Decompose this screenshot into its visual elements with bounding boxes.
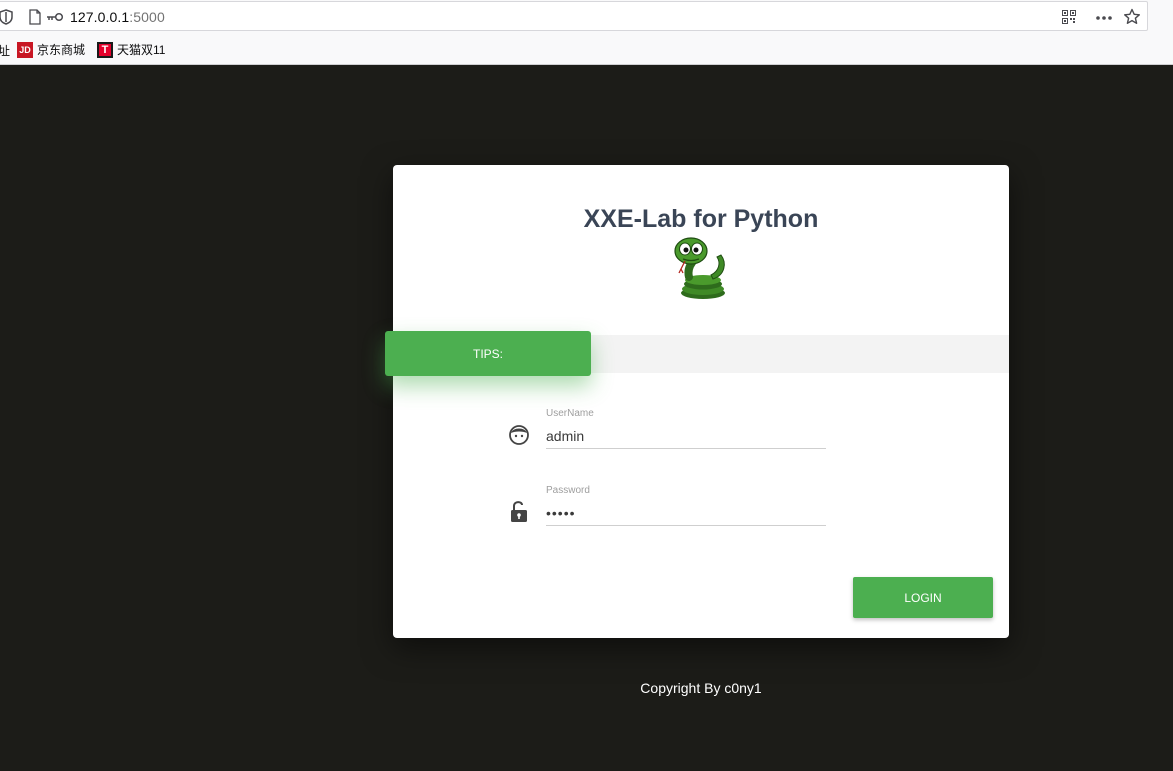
user-face-icon [509,425,529,445]
password-input[interactable]: ••••• [546,500,826,526]
tips-button[interactable]: TIPS: [385,331,591,376]
bookmark-label: 址 [0,44,11,58]
url-text[interactable]: 127.0.0.1:5000 [70,9,165,25]
page-icon[interactable] [28,9,42,25]
more-icon[interactable] [1095,15,1113,21]
bookmark-item-tmall[interactable]: T 天猫双11 [97,41,165,58]
login-card: XXE-Lab for Python UserName admin Passwo… [393,165,1009,638]
password-label: Password [546,485,590,496]
login-button[interactable]: LOGIN [853,577,993,618]
username-input[interactable] [546,423,826,449]
page-title: XXE-Lab for Python [583,205,819,233]
qr-code-icon[interactable] [1062,10,1076,24]
key-icon[interactable] [46,12,64,22]
username-label: UserName [546,408,594,419]
bookmarks-toolbar: 址 JD 京东商城 T 天猫双11 [0,33,1173,65]
username-field: UserName [509,408,826,456]
password-field: Password ••••• [511,485,826,533]
address-bar[interactable]: 127.0.0.1:5000 [0,1,1148,31]
copyright-text: Copyright By c0ny1 [640,680,762,696]
tmall-logo-icon: T [97,41,113,58]
bookmark-item-jd[interactable]: JD 京东商城 [17,41,85,58]
url-port: :5000 [129,9,165,25]
browser-toolbar: 127.0.0.1:5000 [0,0,1173,33]
bookmark-item-partial[interactable]: 址 [0,42,10,59]
bookmark-label: 天猫双11 [117,43,166,57]
bookmark-star-icon[interactable] [1123,8,1141,26]
jd-logo-icon: JD [17,41,33,58]
shield-icon[interactable] [0,9,13,25]
bookmark-label: 京东商城 [37,43,86,57]
python-snake-logo-icon [674,237,725,299]
tmall-logo-letter: T [99,43,111,56]
url-host: 127.0.0.1 [70,9,130,25]
unlock-icon [511,501,527,522]
